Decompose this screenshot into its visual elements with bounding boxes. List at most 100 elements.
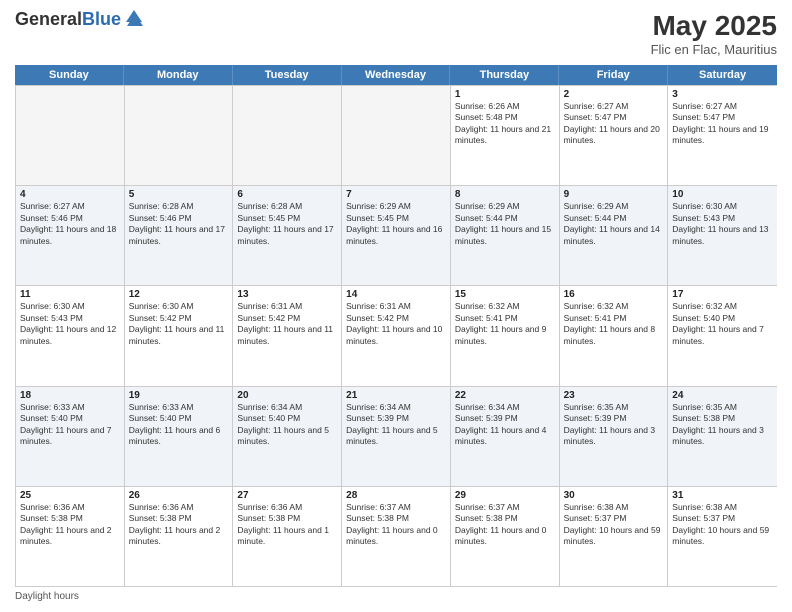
day-number: 11: [20, 289, 120, 300]
day-info: Sunrise: 6:33 AM Sunset: 5:40 PM Dayligh…: [20, 402, 120, 448]
page: GeneralBlue May 2025 Flic en Flac, Mauri…: [0, 0, 792, 612]
calendar-cell: [16, 86, 125, 185]
day-info: Sunrise: 6:32 AM Sunset: 5:41 PM Dayligh…: [564, 301, 664, 347]
day-number: 6: [237, 189, 337, 200]
day-number: 4: [20, 189, 120, 200]
calendar-cell: [125, 86, 234, 185]
calendar-header: SundayMondayTuesdayWednesdayThursdayFrid…: [15, 65, 777, 85]
calendar-cell: [342, 86, 451, 185]
calendar-cell: 4Sunrise: 6:27 AM Sunset: 5:46 PM Daylig…: [16, 186, 125, 285]
day-number: 26: [129, 490, 229, 501]
day-info: Sunrise: 6:35 AM Sunset: 5:38 PM Dayligh…: [672, 402, 773, 448]
page-title: May 2025: [651, 10, 777, 42]
calendar-cell: 1Sunrise: 6:26 AM Sunset: 5:48 PM Daylig…: [451, 86, 560, 185]
calendar-cell: 21Sunrise: 6:34 AM Sunset: 5:39 PM Dayli…: [342, 387, 451, 486]
calendar-cell: 11Sunrise: 6:30 AM Sunset: 5:43 PM Dayli…: [16, 286, 125, 385]
day-info: Sunrise: 6:29 AM Sunset: 5:45 PM Dayligh…: [346, 201, 446, 247]
day-number: 23: [564, 390, 664, 401]
day-info: Sunrise: 6:33 AM Sunset: 5:40 PM Dayligh…: [129, 402, 229, 448]
calendar-cell: [233, 86, 342, 185]
calendar-cell: 16Sunrise: 6:32 AM Sunset: 5:41 PM Dayli…: [560, 286, 669, 385]
page-subtitle: Flic en Flac, Mauritius: [651, 42, 777, 57]
day-info: Sunrise: 6:37 AM Sunset: 5:38 PM Dayligh…: [455, 502, 555, 548]
calendar-cell: 8Sunrise: 6:29 AM Sunset: 5:44 PM Daylig…: [451, 186, 560, 285]
calendar-cell: 29Sunrise: 6:37 AM Sunset: 5:38 PM Dayli…: [451, 487, 560, 586]
day-number: 31: [672, 490, 773, 501]
calendar-row: 18Sunrise: 6:33 AM Sunset: 5:40 PM Dayli…: [16, 387, 777, 487]
calendar-body: 1Sunrise: 6:26 AM Sunset: 5:48 PM Daylig…: [15, 85, 777, 587]
day-info: Sunrise: 6:27 AM Sunset: 5:47 PM Dayligh…: [564, 101, 664, 147]
calendar-cell: 12Sunrise: 6:30 AM Sunset: 5:42 PM Dayli…: [125, 286, 234, 385]
header: GeneralBlue May 2025 Flic en Flac, Mauri…: [15, 10, 777, 57]
calendar-cell: 24Sunrise: 6:35 AM Sunset: 5:38 PM Dayli…: [668, 387, 777, 486]
day-number: 30: [564, 490, 664, 501]
day-info: Sunrise: 6:26 AM Sunset: 5:48 PM Dayligh…: [455, 101, 555, 147]
day-info: Sunrise: 6:36 AM Sunset: 5:38 PM Dayligh…: [20, 502, 120, 548]
title-block: May 2025 Flic en Flac, Mauritius: [651, 10, 777, 57]
calendar-cell: 6Sunrise: 6:28 AM Sunset: 5:45 PM Daylig…: [233, 186, 342, 285]
day-info: Sunrise: 6:34 AM Sunset: 5:39 PM Dayligh…: [346, 402, 446, 448]
calendar-cell: 7Sunrise: 6:29 AM Sunset: 5:45 PM Daylig…: [342, 186, 451, 285]
logo: GeneralBlue: [15, 10, 144, 30]
calendar-cell: 26Sunrise: 6:36 AM Sunset: 5:38 PM Dayli…: [125, 487, 234, 586]
calendar-cell: 17Sunrise: 6:32 AM Sunset: 5:40 PM Dayli…: [668, 286, 777, 385]
calendar-cell: 10Sunrise: 6:30 AM Sunset: 5:43 PM Dayli…: [668, 186, 777, 285]
day-info: Sunrise: 6:29 AM Sunset: 5:44 PM Dayligh…: [564, 201, 664, 247]
calendar-cell: 13Sunrise: 6:31 AM Sunset: 5:42 PM Dayli…: [233, 286, 342, 385]
calendar-cell: 2Sunrise: 6:27 AM Sunset: 5:47 PM Daylig…: [560, 86, 669, 185]
day-info: Sunrise: 6:34 AM Sunset: 5:40 PM Dayligh…: [237, 402, 337, 448]
calendar-header-cell: Thursday: [450, 65, 559, 85]
calendar-row: 1Sunrise: 6:26 AM Sunset: 5:48 PM Daylig…: [16, 86, 777, 186]
day-number: 24: [672, 390, 773, 401]
calendar-header-cell: Saturday: [668, 65, 777, 85]
calendar-cell: 27Sunrise: 6:36 AM Sunset: 5:38 PM Dayli…: [233, 487, 342, 586]
day-number: 1: [455, 89, 555, 100]
day-number: 19: [129, 390, 229, 401]
calendar-cell: 22Sunrise: 6:34 AM Sunset: 5:39 PM Dayli…: [451, 387, 560, 486]
day-number: 5: [129, 189, 229, 200]
day-info: Sunrise: 6:28 AM Sunset: 5:46 PM Dayligh…: [129, 201, 229, 247]
day-number: 20: [237, 390, 337, 401]
calendar-cell: 5Sunrise: 6:28 AM Sunset: 5:46 PM Daylig…: [125, 186, 234, 285]
day-info: Sunrise: 6:31 AM Sunset: 5:42 PM Dayligh…: [346, 301, 446, 347]
day-number: 21: [346, 390, 446, 401]
calendar-row: 4Sunrise: 6:27 AM Sunset: 5:46 PM Daylig…: [16, 186, 777, 286]
day-number: 3: [672, 89, 773, 100]
day-number: 27: [237, 490, 337, 501]
day-number: 2: [564, 89, 664, 100]
day-number: 8: [455, 189, 555, 200]
day-number: 7: [346, 189, 446, 200]
day-number: 10: [672, 189, 773, 200]
footer-note: Daylight hours: [15, 591, 777, 602]
calendar-header-cell: Friday: [559, 65, 668, 85]
day-number: 25: [20, 490, 120, 501]
day-info: Sunrise: 6:37 AM Sunset: 5:38 PM Dayligh…: [346, 502, 446, 548]
day-number: 29: [455, 490, 555, 501]
day-info: Sunrise: 6:36 AM Sunset: 5:38 PM Dayligh…: [129, 502, 229, 548]
day-info: Sunrise: 6:38 AM Sunset: 5:37 PM Dayligh…: [672, 502, 773, 548]
day-info: Sunrise: 6:35 AM Sunset: 5:39 PM Dayligh…: [564, 402, 664, 448]
calendar-cell: 14Sunrise: 6:31 AM Sunset: 5:42 PM Dayli…: [342, 286, 451, 385]
calendar-header-cell: Sunday: [15, 65, 124, 85]
day-info: Sunrise: 6:30 AM Sunset: 5:42 PM Dayligh…: [129, 301, 229, 347]
day-info: Sunrise: 6:30 AM Sunset: 5:43 PM Dayligh…: [672, 201, 773, 247]
calendar-cell: 3Sunrise: 6:27 AM Sunset: 5:47 PM Daylig…: [668, 86, 777, 185]
day-info: Sunrise: 6:29 AM Sunset: 5:44 PM Dayligh…: [455, 201, 555, 247]
calendar-cell: 19Sunrise: 6:33 AM Sunset: 5:40 PM Dayli…: [125, 387, 234, 486]
day-number: 9: [564, 189, 664, 200]
calendar-cell: 15Sunrise: 6:32 AM Sunset: 5:41 PM Dayli…: [451, 286, 560, 385]
calendar: SundayMondayTuesdayWednesdayThursdayFrid…: [15, 65, 777, 587]
day-number: 15: [455, 289, 555, 300]
day-info: Sunrise: 6:27 AM Sunset: 5:46 PM Dayligh…: [20, 201, 120, 247]
calendar-header-cell: Wednesday: [342, 65, 451, 85]
day-info: Sunrise: 6:36 AM Sunset: 5:38 PM Dayligh…: [237, 502, 337, 548]
day-info: Sunrise: 6:30 AM Sunset: 5:43 PM Dayligh…: [20, 301, 120, 347]
day-number: 14: [346, 289, 446, 300]
calendar-cell: 25Sunrise: 6:36 AM Sunset: 5:38 PM Dayli…: [16, 487, 125, 586]
logo-icon: [124, 8, 144, 28]
logo-text: GeneralBlue: [15, 10, 121, 30]
calendar-row: 11Sunrise: 6:30 AM Sunset: 5:43 PM Dayli…: [16, 286, 777, 386]
day-info: Sunrise: 6:32 AM Sunset: 5:40 PM Dayligh…: [672, 301, 773, 347]
day-info: Sunrise: 6:34 AM Sunset: 5:39 PM Dayligh…: [455, 402, 555, 448]
day-number: 13: [237, 289, 337, 300]
